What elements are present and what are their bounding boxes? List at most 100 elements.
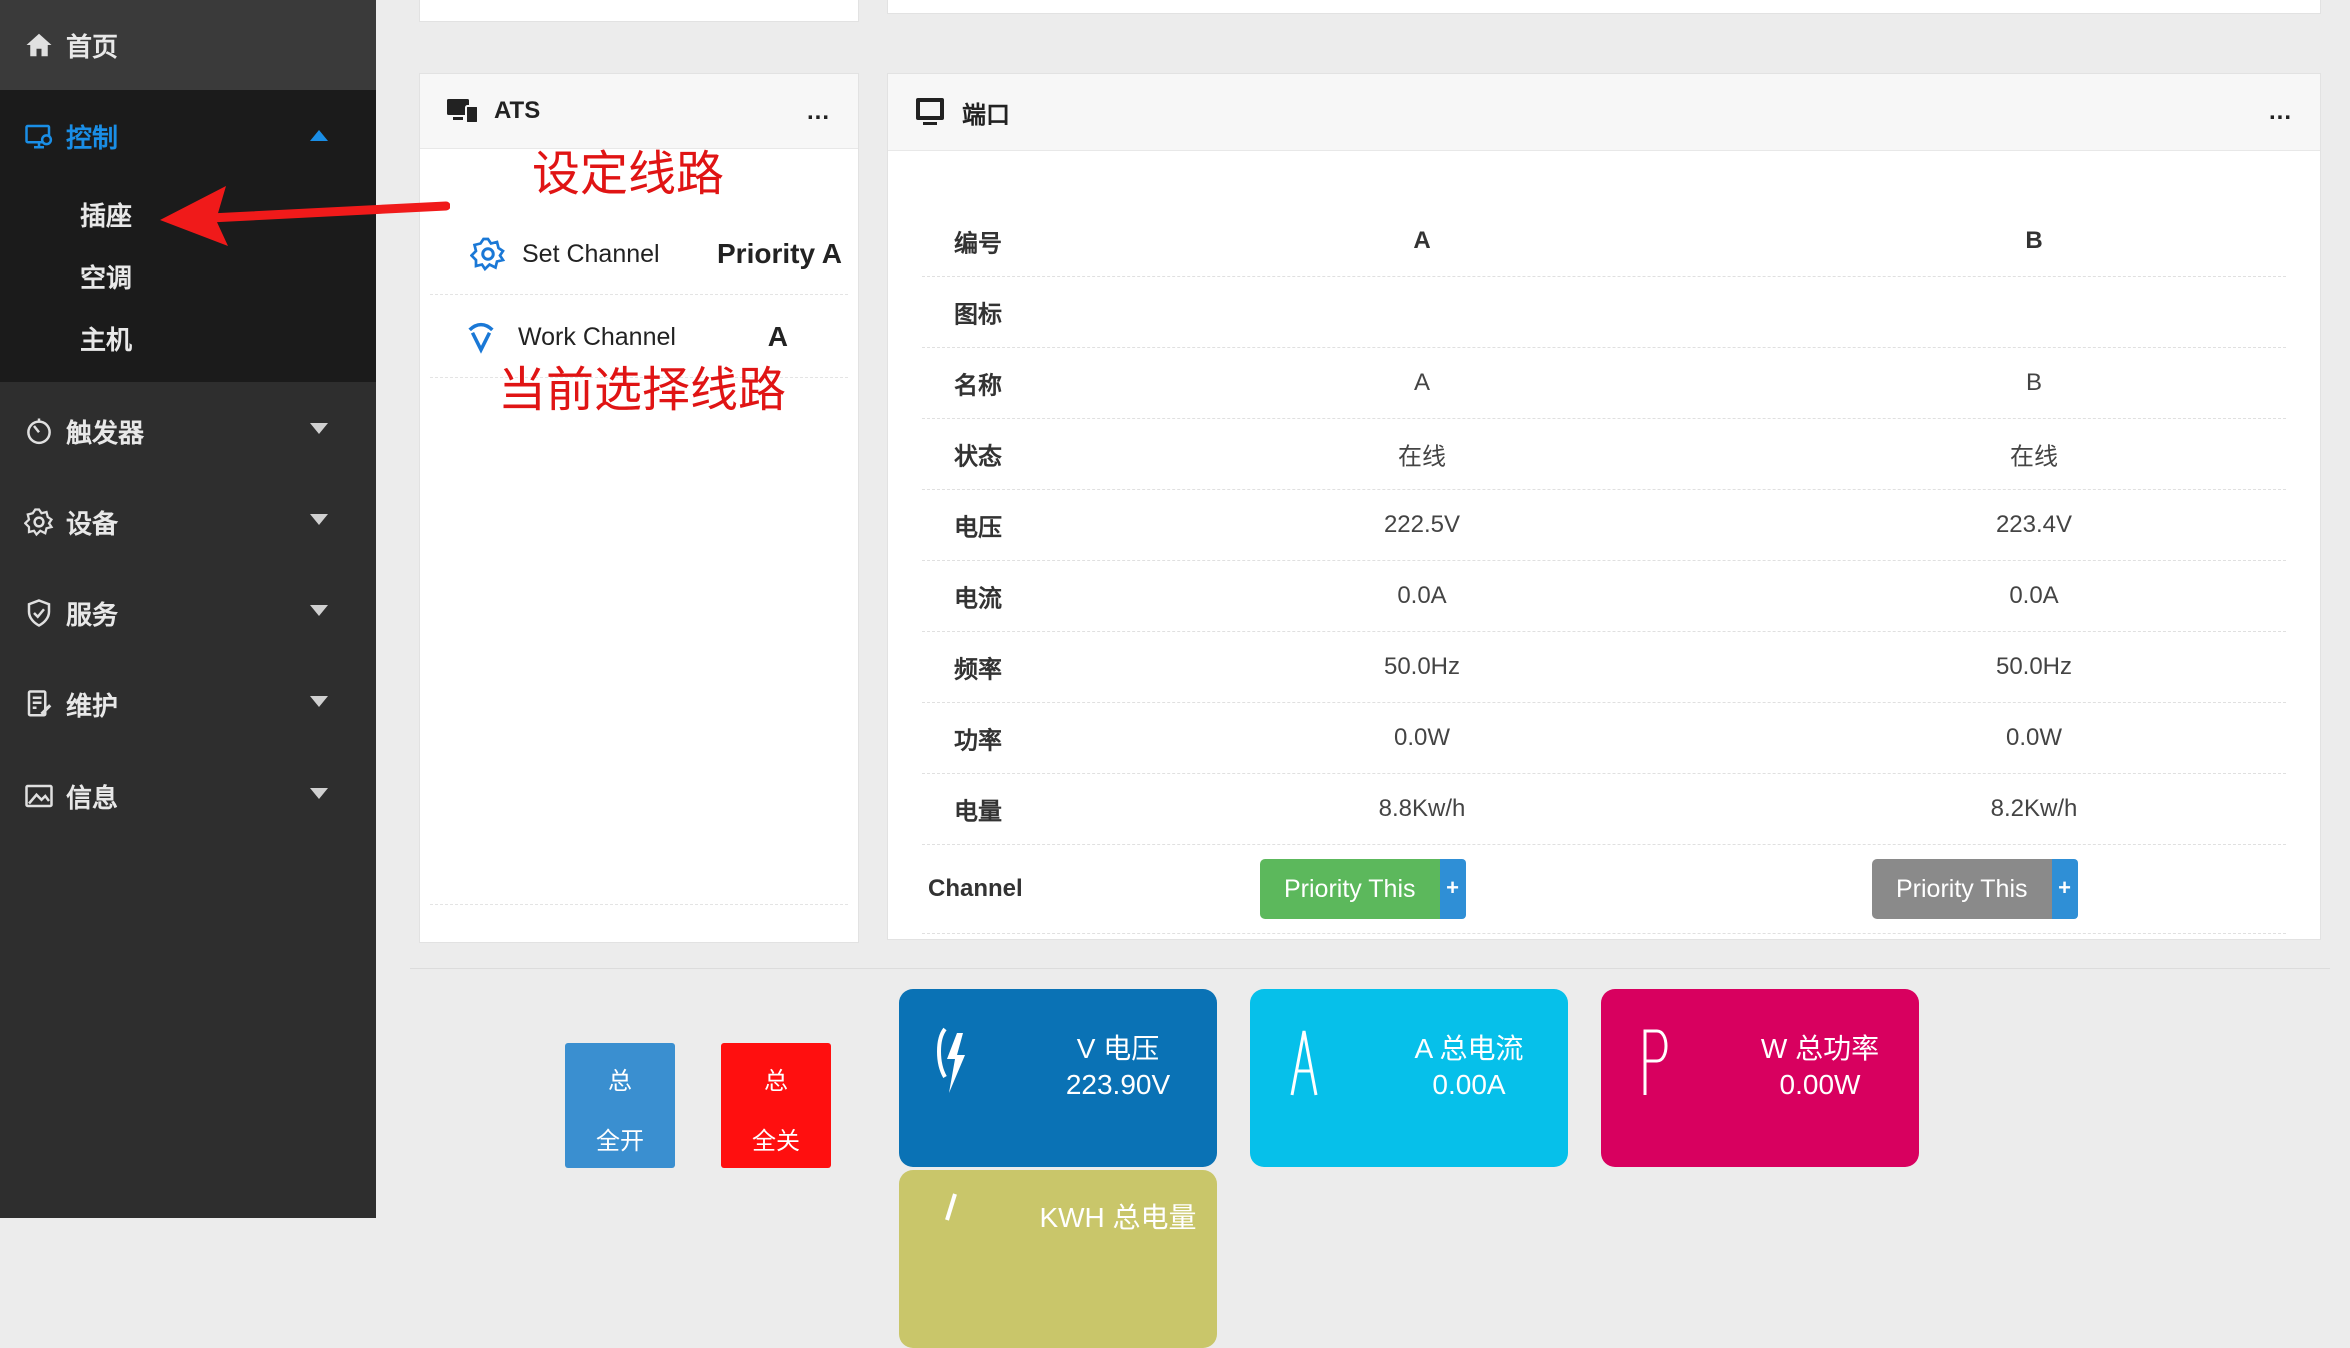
section-divider — [410, 968, 2330, 969]
current-label: A 总电流 — [1414, 1033, 1524, 1064]
nav-home[interactable]: 首页 — [0, 0, 376, 90]
all-on-button[interactable]: 总 全开 — [565, 1043, 675, 1168]
all-off-label: 全关 — [752, 1128, 800, 1155]
port-row-name: 名称 A B — [922, 348, 2286, 419]
port-card-header: 端口 ... — [888, 74, 2320, 151]
tile-energy: KWH 总电量 — [899, 1170, 1217, 1348]
row-value-a: A — [1413, 369, 1430, 396]
nav-service[interactable]: 服务 — [0, 578, 376, 648]
nav-control[interactable]: 控制 — [0, 100, 376, 172]
nav-sub-aircon[interactable]: 空调 — [80, 258, 132, 295]
voltage-value: 223.90V — [1065, 1069, 1171, 1100]
monitor-settings-icon — [24, 121, 54, 151]
nav-device[interactable]: 设备 — [0, 487, 376, 557]
timer-icon — [24, 416, 54, 446]
row-value-a: A — [1413, 227, 1431, 254]
top-card-right — [887, 0, 2321, 14]
gear-icon — [24, 507, 54, 537]
voltage-label: V 电压 — [1076, 1033, 1160, 1064]
row-value-a: 222.5V — [1383, 511, 1461, 538]
row-key: 功率 — [954, 727, 1002, 755]
all-off-top-label: 总 — [764, 1068, 788, 1095]
monitor-icon — [916, 98, 944, 125]
devices-icon — [447, 99, 479, 124]
home-icon — [24, 30, 54, 60]
row-value-b: 在线 — [2010, 443, 2058, 471]
row-key: 状态 — [954, 443, 1002, 471]
tile-current: A 总电流 0.00A — [1250, 989, 1568, 1167]
all-off-button[interactable]: 总 全关 — [721, 1043, 831, 1168]
power-value: 0.00W — [1779, 1069, 1861, 1100]
priority-a-button[interactable]: Priority This + — [1260, 859, 1466, 919]
nav-sub-socket[interactable]: 插座 — [80, 196, 132, 233]
row-key: 频率 — [954, 656, 1002, 684]
image-icon — [24, 781, 54, 811]
row-value-a: 0.0W — [1393, 724, 1450, 751]
row-value-b: 8.2Kw/h — [1990, 795, 2078, 822]
nav-device-label: 设备 — [66, 508, 119, 539]
work-channel-label: Work Channel — [518, 322, 676, 351]
port-row-voltage: 电压 222.5V 223.4V — [922, 490, 2286, 561]
chevron-down-icon — [310, 423, 328, 434]
energy-label: KWH 总电量 — [1039, 1202, 1197, 1233]
ats-title: ATS — [494, 97, 541, 124]
row-value-b: 50.0Hz — [1995, 653, 2073, 680]
channel-label: Channel — [928, 875, 1023, 902]
port-row-channel: Channel Priority This + Priority This + — [922, 845, 2286, 934]
chevron-down-icon — [310, 605, 328, 616]
row-key: 名称 — [954, 372, 1002, 400]
nav-trigger[interactable]: 触发器 — [0, 396, 376, 466]
priority-b-button[interactable]: Priority This + — [1872, 859, 2078, 919]
row-value-a: 0.0A — [1397, 582, 1447, 609]
row-key: 电流 — [954, 585, 1002, 613]
set-channel-label: Set Channel — [522, 239, 660, 268]
row-key: 电量 — [954, 798, 1002, 826]
power-label: W 总功率 — [1760, 1033, 1880, 1064]
tile-voltage: V 电压 223.90V — [899, 989, 1217, 1167]
ats-set-channel-row[interactable]: Set Channel Priority A — [430, 214, 848, 295]
nav-service-label: 服务 — [66, 599, 119, 630]
all-on-top-label: 总 — [608, 1068, 632, 1095]
row-key: 图标 — [954, 301, 1002, 329]
nav-maintain-label: 维护 — [66, 690, 119, 721]
port-row-energy: 电量 8.8Kw/h 8.2Kw/h — [922, 774, 2286, 845]
port-card: 端口 ... 编号 A B 图标 名称 A B 状态 在线 在线 电压 222.… — [887, 73, 2321, 940]
row-key: 编号 — [954, 230, 1002, 258]
tile-power: W 总功率 0.00W — [1601, 989, 1919, 1167]
priority-a-plus[interactable]: + — [1439, 859, 1466, 919]
annotation-set-line: 设定线路 — [532, 148, 725, 201]
nav-sub-host[interactable]: 主机 — [80, 320, 132, 357]
document-edit-icon — [24, 689, 54, 719]
row-value-b: 0.0A — [2009, 582, 2059, 609]
chevron-up-icon — [310, 130, 328, 141]
chevron-down-icon — [310, 788, 328, 799]
top-card-left — [419, 0, 859, 22]
port-row-power: 功率 0.0W 0.0W — [922, 703, 2286, 774]
priority-a-label: Priority This — [1260, 859, 1440, 919]
port-title: 端口 — [962, 101, 1010, 129]
annotation-arrow — [160, 186, 450, 246]
set-channel-value: Priority A — [717, 238, 842, 269]
row-value-a: 50.0Hz — [1383, 653, 1461, 680]
chevron-down-icon — [310, 696, 328, 707]
port-row-icon: 图标 — [922, 277, 2286, 348]
signal-icon — [468, 322, 494, 354]
nav-info-label: 信息 — [66, 782, 119, 813]
nav-control-label: 控制 — [66, 122, 119, 153]
port-more-button[interactable]: ... — [2269, 98, 2292, 126]
nav-info[interactable]: 信息 — [0, 761, 376, 831]
current-value: 0.00A — [1432, 1069, 1506, 1100]
row-value-a: 在线 — [1398, 443, 1446, 471]
nav-maintain[interactable]: 维护 — [0, 669, 376, 739]
work-channel-value: A — [767, 321, 788, 352]
priority-b-plus[interactable]: + — [2051, 859, 2078, 919]
all-on-label: 全开 — [596, 1128, 644, 1155]
row-value-b: 223.4V — [1995, 511, 2073, 538]
ats-more-button[interactable]: ... — [807, 98, 830, 126]
port-row-status: 状态 在线 在线 — [922, 419, 2286, 490]
row-value-b: B — [2025, 369, 2042, 396]
port-row-number: 编号 A B — [922, 206, 2286, 277]
port-row-current: 电流 0.0A 0.0A — [922, 561, 2286, 632]
port-row-frequency: 频率 50.0Hz 50.0Hz — [922, 632, 2286, 703]
chevron-down-icon — [310, 514, 328, 525]
